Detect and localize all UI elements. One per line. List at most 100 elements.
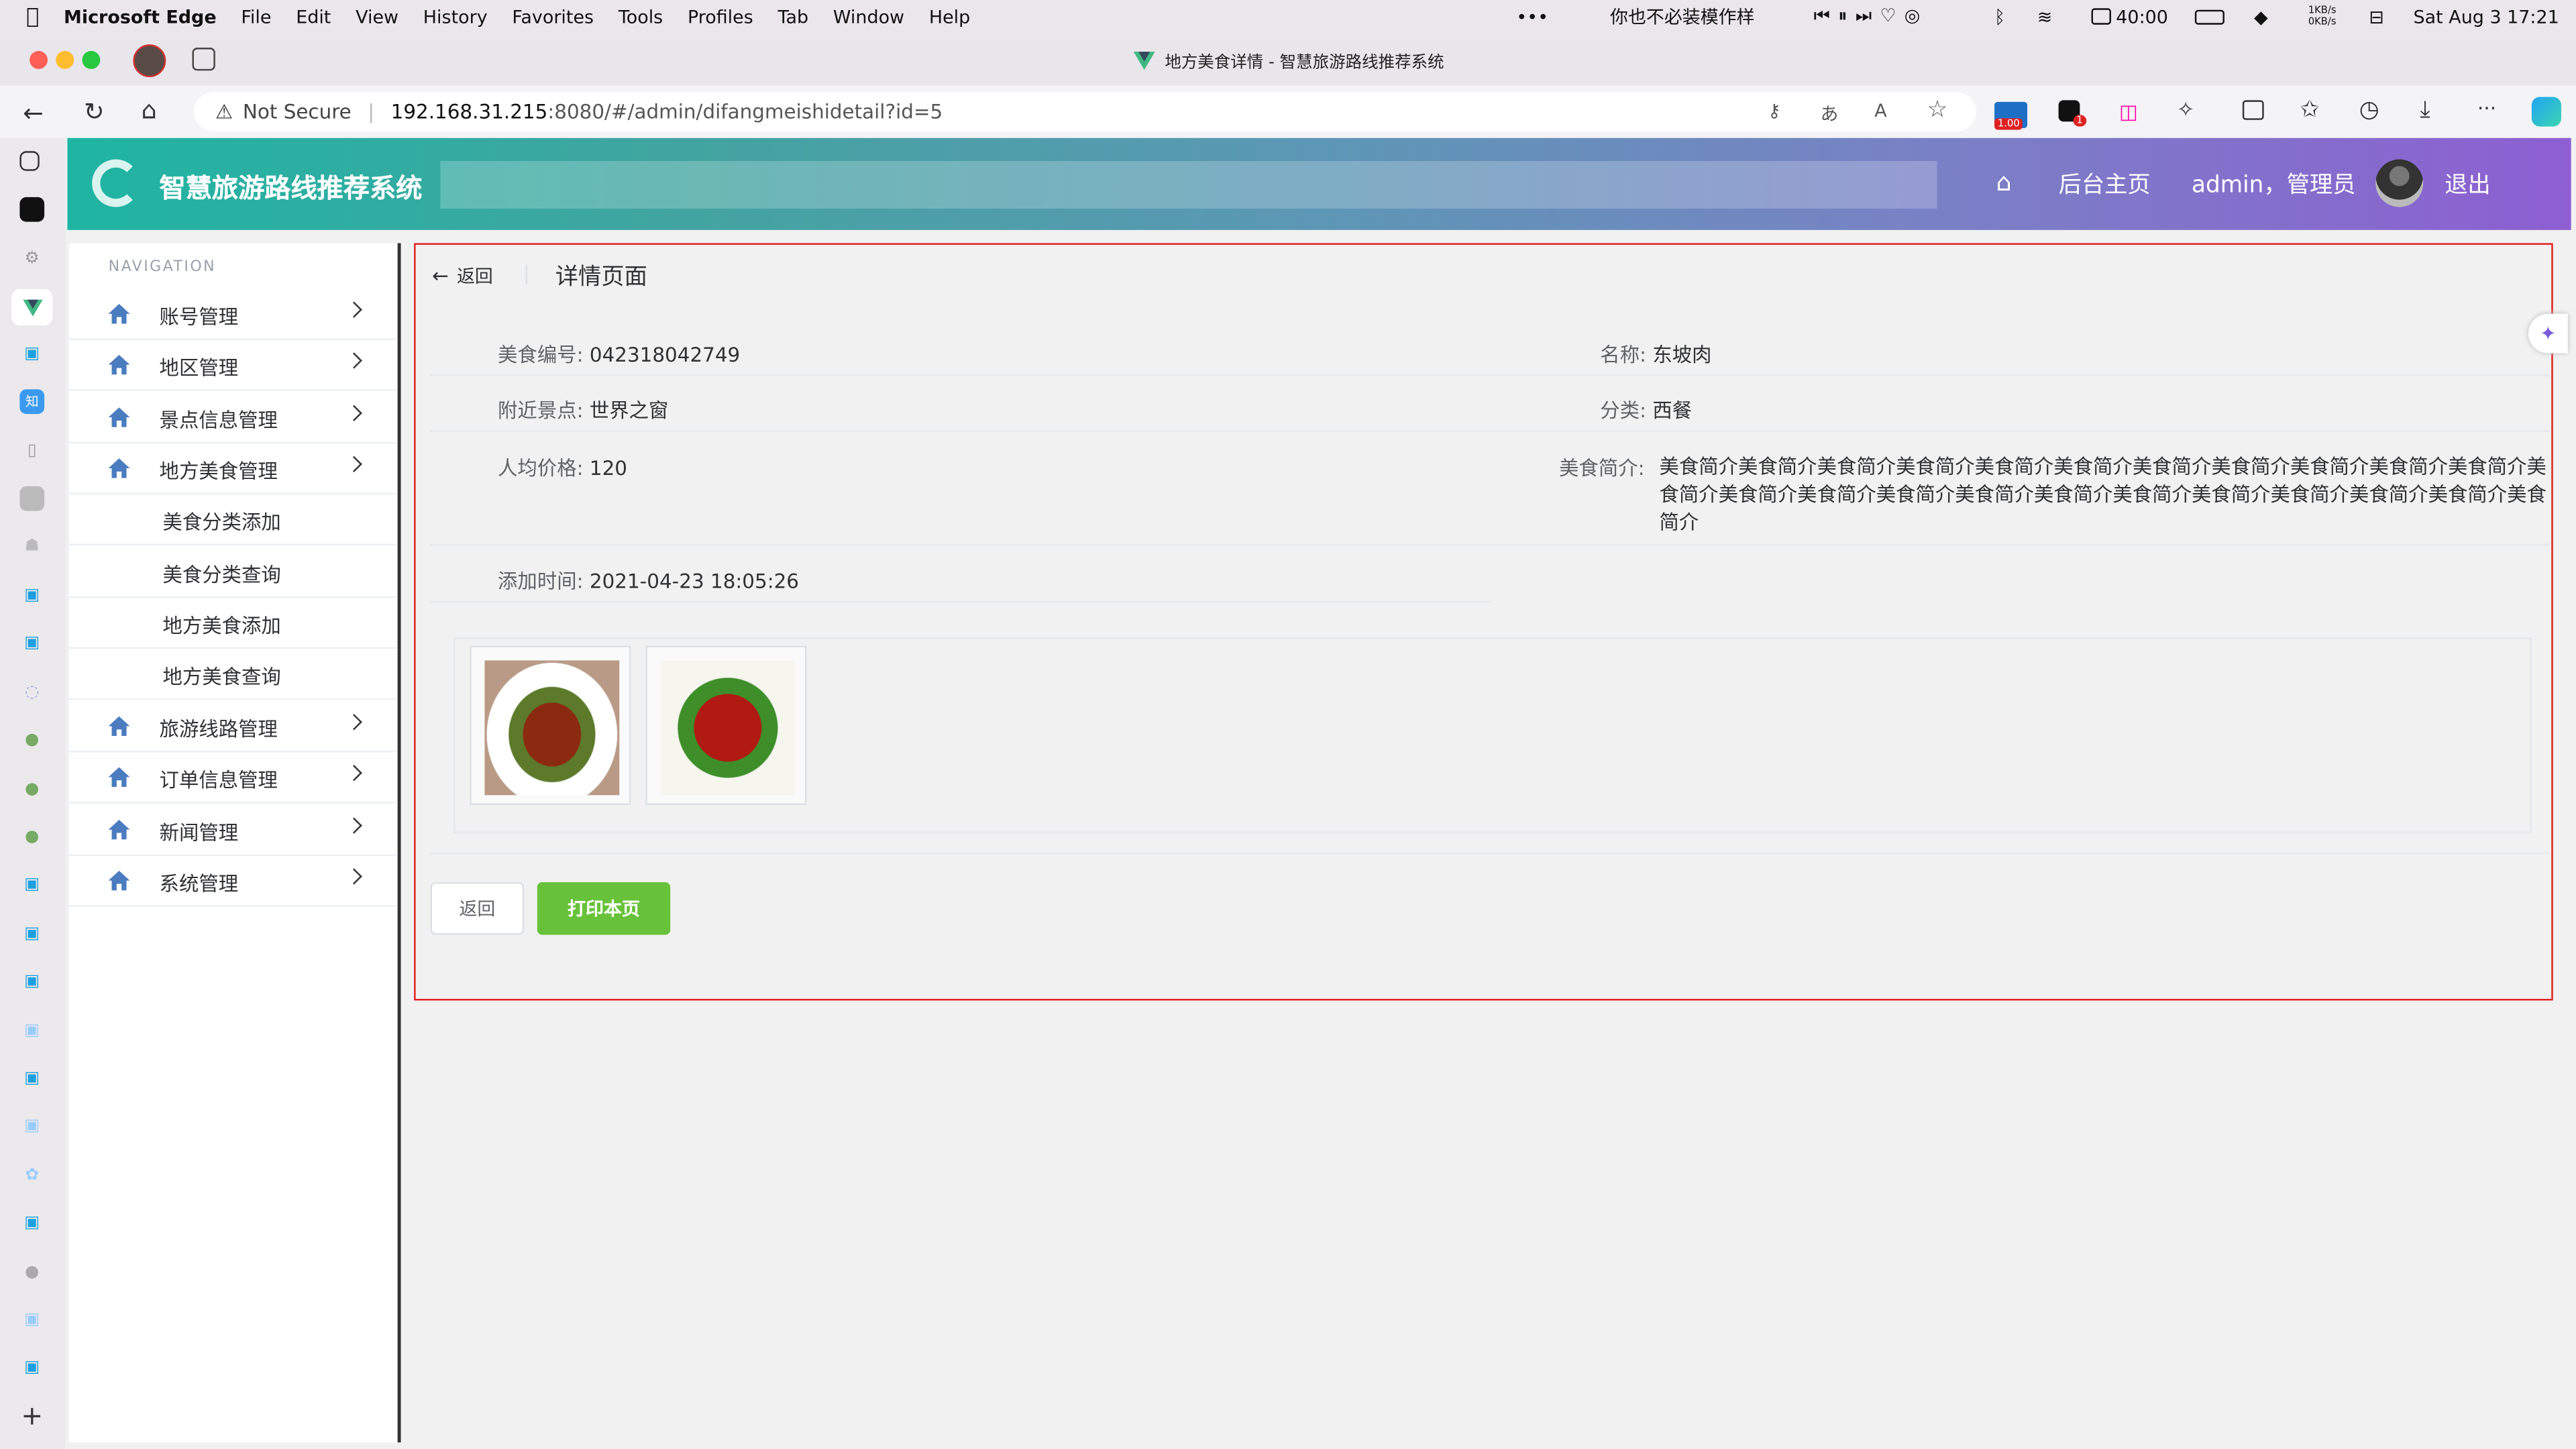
apple-icon[interactable]:  <box>26 4 39 29</box>
wifi-icon[interactable]: ≋ <box>2037 0 2053 33</box>
nav-item-travel-routes[interactable]: 旅游线路管理 <box>68 702 398 753</box>
gray-tab-icon[interactable] <box>19 486 45 511</box>
battery-icon[interactable] <box>2194 0 2224 33</box>
home-icon <box>108 354 130 375</box>
menu-favorites[interactable]: Favorites <box>512 6 594 28</box>
bilibili-tab-2-icon[interactable]: ▣ <box>19 583 44 608</box>
window-zoom-button[interactable] <box>82 50 101 69</box>
field-category: 分类: 西餐 <box>1600 396 1692 424</box>
history-icon[interactable]: ◷ <box>2359 97 2379 123</box>
active-tab[interactable]: 地方美食详情 - 智慧旅游路线推荐系统 <box>1133 48 1444 72</box>
logout-link[interactable]: 退出 <box>2445 168 2491 201</box>
menu-view[interactable]: View <box>356 6 398 28</box>
extensions-icon[interactable]: ✧ <box>2177 99 2195 123</box>
nav-item-scenic-spots[interactable]: 景点信息管理 <box>68 392 398 444</box>
food-image-2[interactable] <box>645 645 807 806</box>
back-icon[interactable]: ← <box>23 99 44 128</box>
android-tab-icon[interactable]: ☗ <box>19 534 44 559</box>
nav-sub-food-category-query[interactable]: 美食分类查询 <box>68 547 398 598</box>
bilibili-tab-7-icon[interactable]: ▣ <box>19 1018 44 1043</box>
nav-item-accounts[interactable]: 账号管理 <box>68 289 398 340</box>
chevron-right-icon <box>345 817 362 834</box>
pinned-tab-2-icon[interactable]: ⚙ <box>19 246 44 271</box>
sparkle-icon[interactable]: ✦ <box>2528 313 2568 354</box>
bilibili-tab-3-icon[interactable]: ▣ <box>19 631 44 655</box>
menu-app-name[interactable]: Microsoft Edge <box>64 6 217 28</box>
menu-help[interactable]: Help <box>929 6 970 28</box>
bilibili-tab-icon[interactable]: ▣ <box>19 341 44 366</box>
now-playing-song[interactable]: 你也不必装模作样 <box>1610 0 1755 33</box>
bilibili-tab-8-icon[interactable]: ▣ <box>19 1066 44 1091</box>
bilibili-tab-9-icon[interactable]: ▣ <box>19 1114 44 1138</box>
key-icon[interactable]: ⚷ <box>1768 100 1781 121</box>
home-icon[interactable]: ⌂ <box>142 95 157 125</box>
profile-avatar[interactable] <box>133 44 166 78</box>
bilibili-tab-6-icon[interactable]: ▣ <box>19 969 44 994</box>
downloads-icon[interactable]: ⤓ <box>2420 97 2430 123</box>
reload-icon[interactable]: ↻ <box>84 97 105 126</box>
nav-item-news[interactable]: 新闻管理 <box>68 805 398 856</box>
menu-profiles[interactable]: Profiles <box>688 6 753 28</box>
nav-item-local-food[interactable]: 地方美食管理 <box>68 443 398 495</box>
bilibili-tab-10-icon[interactable]: ▣ <box>19 1211 44 1236</box>
battery-timer[interactable]: 40:00 <box>2091 0 2168 33</box>
home-nav-icon[interactable]: ⌂ <box>1996 168 2012 197</box>
nav-item-orders[interactable]: 订单信息管理 <box>68 753 398 804</box>
cloud-tab-icon[interactable]: ✿ <box>19 1163 44 1188</box>
bilibili-tab-4-icon[interactable]: ▣ <box>19 872 44 897</box>
doc-tab-icon[interactable]: ▯ <box>19 439 44 464</box>
bilibili-tab-12-icon[interactable]: ▣ <box>19 1355 44 1380</box>
split-screen-icon[interactable] <box>2242 100 2264 120</box>
tab-actions-icon[interactable] <box>19 151 40 171</box>
bilibili-tab-11-icon[interactable]: ▣ <box>19 1307 44 1332</box>
new-tab-icon[interactable]: + <box>19 1400 44 1432</box>
home-link[interactable]: 后台主页 <box>2059 168 2151 201</box>
translate-icon[interactable]: あ <box>1820 100 1838 126</box>
favorites-icon[interactable]: ✩ <box>2300 97 2320 123</box>
page-back-link[interactable]: ← 返回 <box>432 263 493 289</box>
bilibili-tab-5-icon[interactable]: ▣ <box>19 922 44 947</box>
cat-icon[interactable]: ◆ <box>2254 0 2268 33</box>
nav-sub-local-food-add[interactable]: 地方美食添加 <box>68 598 398 649</box>
favorite-star-icon[interactable]: ☆ <box>1927 97 1948 123</box>
zhihu-tab-icon[interactable]: 知 <box>19 389 45 415</box>
menu-tools[interactable]: Tools <box>619 6 663 28</box>
food-image-1[interactable] <box>470 645 631 806</box>
settings-more-icon[interactable]: ··· <box>2477 97 2496 119</box>
apple-tab-icon[interactable]: ● <box>19 1260 44 1285</box>
print-button[interactable]: 打印本页 <box>537 882 671 935</box>
menu-edit[interactable]: Edit <box>296 6 331 28</box>
menu-window[interactable]: Window <box>833 6 904 28</box>
window-close-button[interactable] <box>30 50 48 69</box>
avatar-tab-3-icon[interactable]: ● <box>19 824 44 849</box>
globe-tab-icon[interactable]: ◌ <box>19 680 44 705</box>
nav-item-system[interactable]: 系统管理 <box>68 856 398 907</box>
bilibili-ext-icon[interactable]: ◫ <box>2119 100 2138 123</box>
menu-history[interactable]: History <box>423 6 488 28</box>
pinned-tab-1-icon[interactable] <box>19 197 45 222</box>
url-display[interactable]: ⚠ Not Secure | 192.168.31.215:8080/#/adm… <box>215 100 943 123</box>
menu-file[interactable]: File <box>241 6 271 28</box>
avatar-tab-1-icon[interactable]: ● <box>19 728 44 753</box>
media-controls-icon[interactable]: ⏮⏸⏭♡◎ <box>1814 0 1929 33</box>
menu-tab[interactable]: Tab <box>778 6 809 28</box>
nav-item-regions[interactable]: 地区管理 <box>68 340 398 391</box>
vue-logo-icon <box>1133 50 1155 69</box>
active-vue-tab-icon[interactable] <box>11 289 53 325</box>
url-host: 192.168.31.215 <box>390 100 548 123</box>
bluetooth-icon[interactable]: ᛒ <box>1994 0 2005 33</box>
user-avatar[interactable] <box>2375 159 2424 207</box>
copilot-icon[interactable] <box>2531 97 2561 127</box>
read-aloud-icon[interactable]: A <box>1874 100 1886 121</box>
chevron-right-icon <box>345 868 362 885</box>
nav-sub-local-food-query[interactable]: 地方美食查询 <box>68 649 398 700</box>
nav-sub-food-category-add[interactable]: 美食分类添加 <box>68 494 398 546</box>
avatar-tab-2-icon[interactable]: ● <box>19 777 44 802</box>
window-minimize-button[interactable] <box>56 50 74 69</box>
workspaces-icon[interactable] <box>192 48 215 71</box>
control-center-icon[interactable]: ⊟ <box>2369 0 2384 33</box>
clock[interactable]: Sat Aug 3 17:21 <box>2414 0 2559 33</box>
back-button[interactable]: 返回 <box>430 882 525 935</box>
field-value: 042318042749 <box>589 343 741 367</box>
more-icon[interactable]: ••• <box>1516 0 1548 33</box>
